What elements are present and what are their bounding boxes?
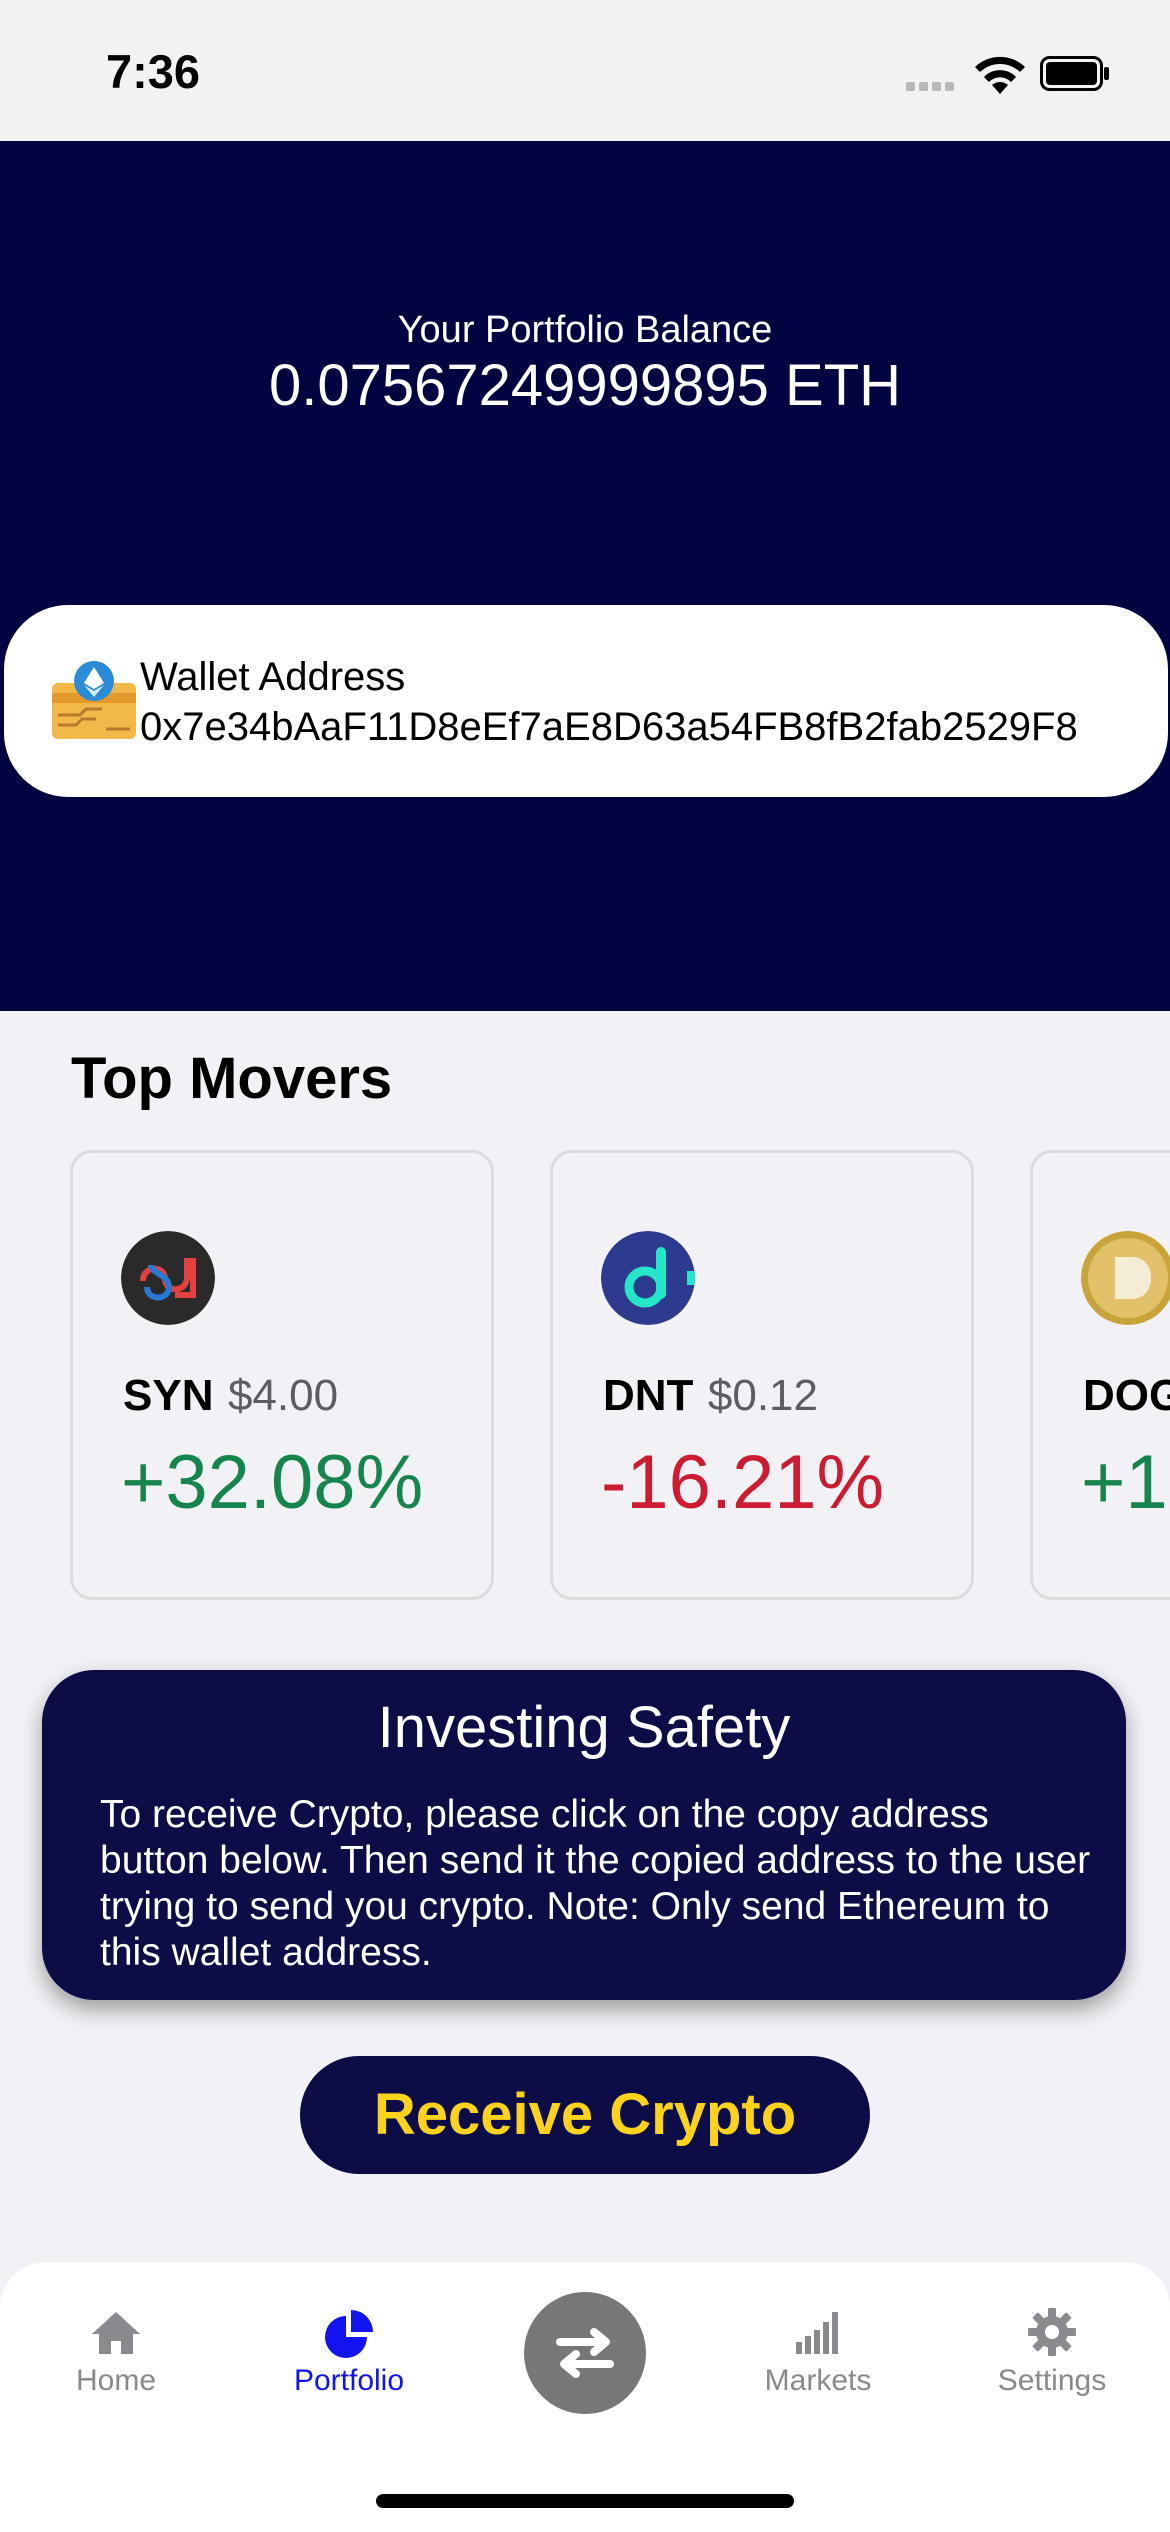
balance-value: 0.07567249999895 ETH — [268, 353, 902, 418]
wallet-address-label: Wallet Address — [140, 655, 406, 699]
tab-label: Markets — [764, 2364, 872, 2397]
bar-chart-icon — [796, 2312, 838, 2354]
wallet-address-card[interactable]: Wallet Address 0x7e34bAaF11D8eEf7aE8D63a… — [4, 605, 1168, 797]
wallet-address-value: 0x7e34bAaF11D8eEf7aE8D63a54FB8fB2fab2529… — [140, 705, 1078, 749]
tab-settings[interactable]: Settings — [962, 2304, 1142, 2398]
balance-label: Your Portfolio Balance — [397, 309, 773, 351]
wifi-icon — [975, 56, 1025, 94]
tab-label: Portfolio — [293, 2364, 405, 2397]
safety-title: Investing Safety — [377, 1695, 791, 1760]
dnt-coin-icon — [601, 1231, 695, 1325]
pie-chart-icon — [325, 2310, 373, 2358]
tab-bar: Home Portfolio Markets Settings — [0, 2262, 1170, 2532]
coin-change: -16.21% — [601, 1440, 885, 1525]
tab-label: Settings — [997, 2364, 1107, 2397]
top-movers-title: Top Movers — [71, 1046, 393, 1111]
gear-icon — [1028, 2308, 1076, 2356]
swap-button[interactable] — [524, 2292, 646, 2414]
home-icon — [92, 2312, 140, 2354]
syn-coin-icon — [121, 1231, 215, 1325]
receive-crypto-button[interactable]: Receive Crypto — [300, 2056, 870, 2174]
coin-symbol: DOGE — [1083, 1371, 1170, 1420]
wallet-icon — [52, 661, 136, 739]
cellular-signal-icon — [906, 78, 958, 96]
coin-change: +12 — [1081, 1440, 1170, 1525]
status-time: 7:36 — [106, 45, 201, 98]
investing-safety-card: Investing Safety To receive Crypto, plea… — [42, 1670, 1126, 2000]
coin-change: +32.08% — [121, 1440, 424, 1525]
status-bar: 7:36 — [0, 0, 1170, 141]
portfolio-header: Your Portfolio Balance 0.07567249999895 … — [0, 141, 1170, 1011]
coin-price: $4.00 — [227, 1371, 339, 1420]
tab-markets[interactable]: Markets — [728, 2304, 908, 2398]
mover-card-dnt[interactable]: DNT $0.12 -16.21% — [550, 1150, 974, 1600]
coin-symbol: DNT — [603, 1371, 694, 1420]
home-indicator — [376, 2494, 794, 2508]
tab-label: Home — [75, 2364, 157, 2397]
coin-symbol: SYN — [123, 1371, 214, 1420]
safety-body: To receive Crypto, please click on the c… — [100, 1793, 1091, 1974]
mover-card-doge[interactable]: DOGE +12 — [1030, 1150, 1170, 1600]
tab-home[interactable]: Home — [26, 2304, 206, 2398]
swap-icon — [556, 2328, 614, 2378]
top-movers-carousel[interactable]: SYN $4.00 +32.08% DNT $0.12 -16.21% DOGE… — [0, 1150, 1170, 1606]
coin-price: $0.12 — [707, 1371, 818, 1420]
battery-icon — [1040, 56, 1109, 91]
doge-coin-icon — [1081, 1231, 1170, 1325]
tab-portfolio[interactable]: Portfolio — [259, 2304, 439, 2398]
mover-card-syn[interactable]: SYN $4.00 +32.08% — [70, 1150, 494, 1600]
